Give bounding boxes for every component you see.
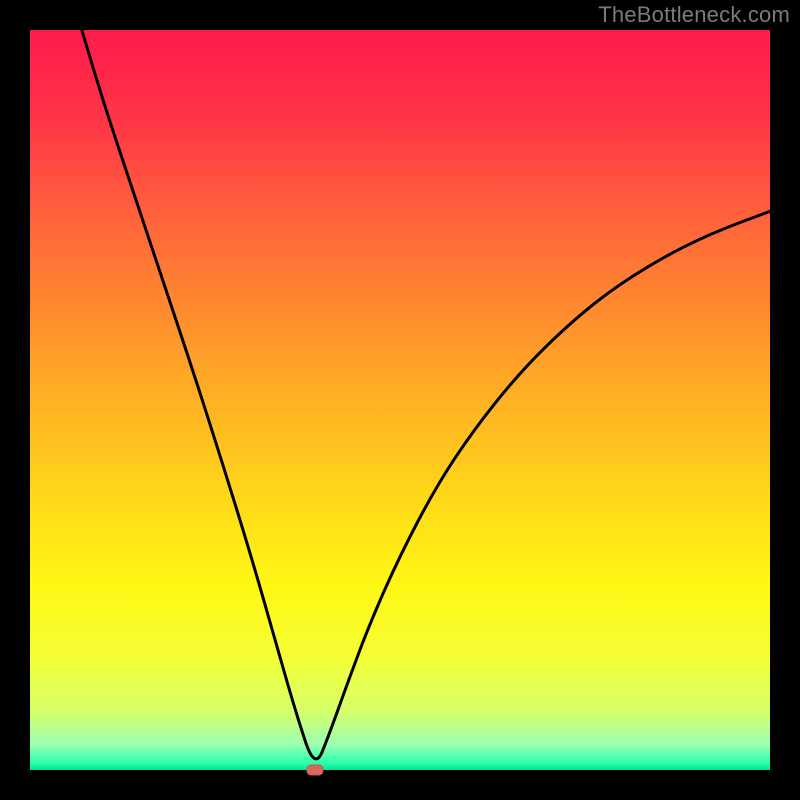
minimum-marker (307, 765, 323, 775)
chart-frame: TheBottleneck.com (0, 0, 800, 800)
watermark-text: TheBottleneck.com (598, 2, 790, 28)
bottleneck-chart (0, 0, 800, 800)
plot-background (30, 30, 770, 770)
